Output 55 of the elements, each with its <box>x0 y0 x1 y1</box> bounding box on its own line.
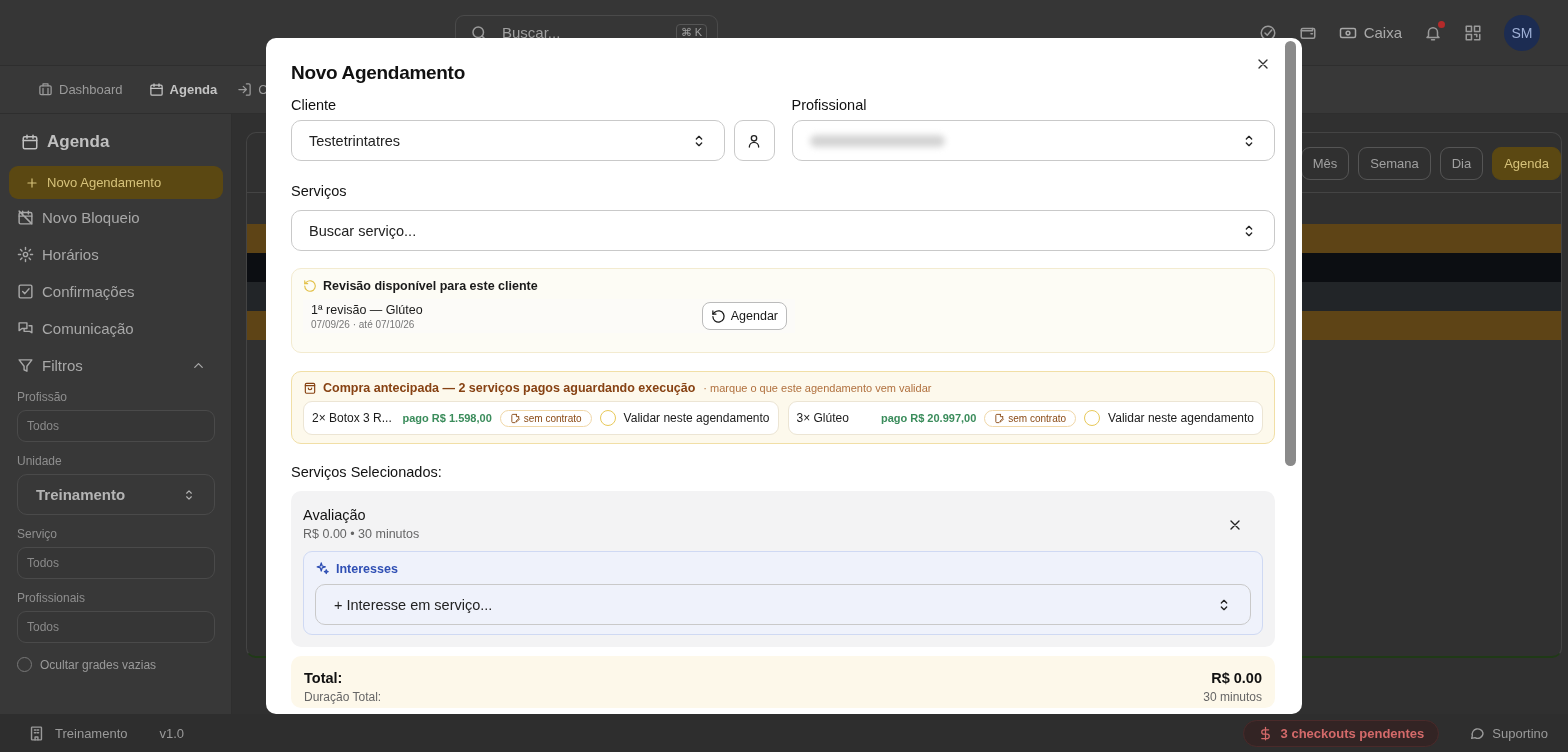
sidebar-item[interactable]: Horários <box>17 236 214 273</box>
filter-field[interactable]: Todos <box>17 547 215 579</box>
panel-title: Revisão disponível para este cliente <box>323 279 538 293</box>
user-avatar[interactable]: SM <box>1504 14 1540 51</box>
section-title: Serviços Selecionados: <box>291 464 443 480</box>
interest-select[interactable]: + Interesse em serviço... <box>315 584 1251 625</box>
view-button[interactable]: Semana <box>1358 147 1431 180</box>
filters-toggle[interactable]: Filtros <box>17 347 214 384</box>
nav-tab[interactable]: Dashboard <box>28 76 133 103</box>
search-placeholder: Buscar... <box>502 24 562 41</box>
item-name: 2× Botox 3 R... <box>312 411 393 425</box>
version-label: v1.0 <box>159 725 185 741</box>
filter-field[interactable]: Todos <box>17 410 215 442</box>
service-search-select[interactable]: Buscar serviço... <box>291 210 1275 251</box>
filter-label: Profissionais <box>17 591 87 605</box>
service-details: R$ 0.00 • 30 minutos <box>303 527 420 541</box>
total-value: R$ 0.00 <box>1210 670 1262 686</box>
sidebar-item[interactable]: Confirmações <box>17 273 214 310</box>
nav-tab[interactable]: Agenda <box>138 76 228 103</box>
panel-hint: · marque o que este agendamento vem validar <box>703 382 932 394</box>
paid-amount: pago R$ 1.598,00 <box>402 412 492 424</box>
cash-register-button[interactable]: Caixa <box>1338 23 1402 42</box>
view-button[interactable]: Dia <box>1439 147 1484 180</box>
support-button[interactable]: Suportino <box>1463 724 1554 742</box>
pending-checkouts-button[interactable]: 3 checkouts pendentes <box>1242 719 1440 747</box>
unit-name: Treinamento <box>55 725 128 741</box>
new-appointment-button[interactable]: Novo Agendamento <box>9 166 223 199</box>
checkbox-label: Ocultar grades vazias <box>40 657 157 672</box>
dialog-title: Novo Agendamento <box>291 62 465 84</box>
revision-dates: 07/09/26 · até 07/10/26 <box>311 318 416 330</box>
revision-name: 1ª revisão — Glúteo <box>311 302 423 317</box>
sidebar-title: Agenda <box>47 132 110 152</box>
sidebar-item[interactable]: Novo Bloqueio <box>17 199 214 236</box>
filter-field[interactable]: Todos <box>17 611 215 643</box>
duration-label: Duração Total: <box>304 690 383 704</box>
field-label: Cliente <box>291 97 338 113</box>
panel-title: Compra antecipada — 2 serviços pagos aguardando execução <box>323 381 696 395</box>
schedule-revision-button[interactable]: Agendar <box>701 302 787 330</box>
filter-label: Serviço <box>17 527 58 541</box>
paid-amount: pago R$ 20.997,00 <box>880 412 977 424</box>
filter-label: Profissão <box>17 390 69 404</box>
unit-select[interactable]: Treinamento <box>17 474 215 515</box>
field-label: Profissional <box>791 97 868 113</box>
view-button[interactable]: Agenda <box>1492 147 1561 180</box>
sidebar-item[interactable]: Comunicação <box>17 310 214 347</box>
total-label: Total: <box>304 670 344 686</box>
duration-value: 30 minutos <box>1203 690 1262 704</box>
field-label: Serviços <box>291 183 348 199</box>
item-name: 3× Glúteo <box>796 411 850 425</box>
radio-label: Validar neste agendamento <box>1108 411 1254 425</box>
client-select[interactable]: Testetrintatres <box>291 120 725 161</box>
radio-label: Validar neste agendamento <box>623 411 770 425</box>
filter-label: Unidade <box>17 454 63 468</box>
service-name: Avaliação <box>303 507 367 523</box>
panel-title: Interesses <box>336 561 398 576</box>
